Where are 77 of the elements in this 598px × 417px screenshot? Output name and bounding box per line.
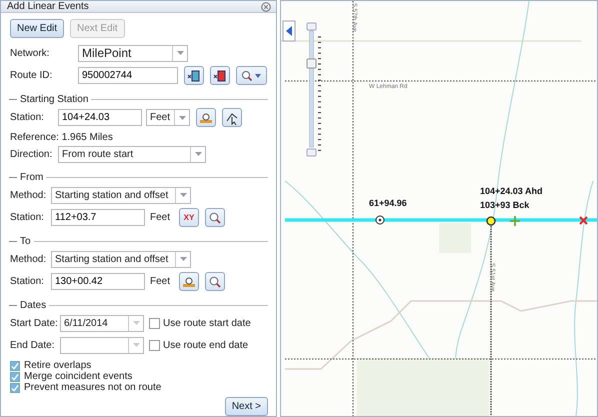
station-field[interactable]: 112+03.7 [51, 209, 145, 226]
field-label: Direction: [10, 148, 54, 160]
station-marker-icon [376, 216, 384, 224]
checkbox[interactable] [10, 382, 20, 392]
section-heading: From [9, 171, 268, 183]
field-label: Station: [10, 212, 45, 223]
caret-icon [132, 343, 140, 347]
field-label: End Date: [10, 340, 56, 350]
map-point-icon [182, 274, 196, 288]
field-label: Station: [10, 112, 45, 123]
edit-button[interactable]: New Edit [10, 19, 64, 38]
checkbox[interactable] [149, 340, 160, 350]
close-icon[interactable] [261, 2, 271, 12]
section-heading: Starting Station [9, 93, 268, 105]
section-heading: Dates [9, 299, 268, 311]
checkbox-label: Use route start date [163, 318, 251, 328]
caret-icon [180, 257, 186, 261]
search-icon [240, 70, 262, 82]
plus-icon [509, 215, 521, 227]
route-remove-button[interactable] [210, 66, 230, 85]
station-field[interactable]: 130+00.42 [51, 273, 145, 290]
checkbox-label: Merge coincident events [24, 371, 132, 382]
pointer-tool-button[interactable] [222, 108, 242, 127]
station-label: 61+94.96 [369, 198, 407, 208]
map-pick-button[interactable] [179, 272, 200, 291]
method-dropdown[interactable]: Starting station and offset [51, 186, 191, 204]
unit-dropdown[interactable]: Feet [146, 109, 190, 126]
field-label: Method: [10, 190, 48, 200]
route-id-field[interactable]: 950002744 [78, 67, 178, 84]
field-label: Method: [10, 254, 48, 264]
next-button[interactable]: Next > [224, 397, 268, 416]
station-field[interactable]: 104+24.03 [58, 109, 142, 126]
panel-title: Add Linear Events [7, 1, 89, 12]
section-heading: To [9, 235, 268, 247]
map-pick-button[interactable] [196, 108, 216, 127]
search-dropdown-button[interactable] [236, 66, 267, 85]
zoom-slider-thumb[interactable] [306, 58, 316, 68]
checkbox[interactable] [10, 372, 20, 382]
search-icon [208, 274, 222, 288]
panel-toggle-tab[interactable] [282, 20, 296, 42]
station-label: 104+24.03 Ahd [480, 186, 542, 196]
end-x-icon [579, 216, 588, 225]
caret-icon [176, 51, 184, 55]
start-point-icon [486, 216, 496, 226]
caret-icon [180, 193, 186, 197]
pointer-icon [225, 110, 239, 124]
checkbox-label: Use route end date [163, 340, 248, 350]
caret-icon [132, 321, 140, 325]
field-label: Network: [10, 48, 50, 58]
date-field[interactable]: 6/11/2014 [60, 314, 144, 332]
route-select-icon [187, 68, 201, 82]
direction-dropdown[interactable]: From route start [58, 146, 206, 162]
station-label: 103+93 Bck [480, 200, 530, 210]
checkbox-label: Prevent measures not on route [24, 382, 162, 393]
zoom-button[interactable] [205, 272, 226, 291]
caret-icon [194, 152, 202, 156]
date-field[interactable] [60, 336, 144, 354]
reference-text: Reference: 1.965 Miles [10, 132, 113, 142]
search-icon [208, 210, 222, 224]
network-dropdown[interactable]: MilePoint [78, 44, 188, 62]
land-patch [439, 223, 471, 253]
route-remove-icon [213, 68, 227, 82]
unit-label: Feet [150, 276, 170, 287]
field-label: Station: [10, 276, 45, 287]
zoom-slider[interactable] [306, 30, 316, 148]
checkbox[interactable] [149, 318, 160, 328]
zoom-button[interactable] [205, 208, 226, 227]
xy-button[interactable]: XY [179, 208, 200, 227]
caret-icon [178, 116, 186, 120]
checkbox-label: Retire overlaps [24, 360, 92, 371]
field-label: Route ID: [10, 70, 54, 81]
route-select-button[interactable] [184, 66, 204, 85]
map-point-icon [199, 110, 213, 124]
checkbox[interactable] [10, 360, 20, 370]
method-dropdown[interactable]: Starting station and offset [51, 250, 191, 268]
unit-label: Feet [150, 212, 170, 223]
field-label: Start Date: [10, 318, 57, 328]
